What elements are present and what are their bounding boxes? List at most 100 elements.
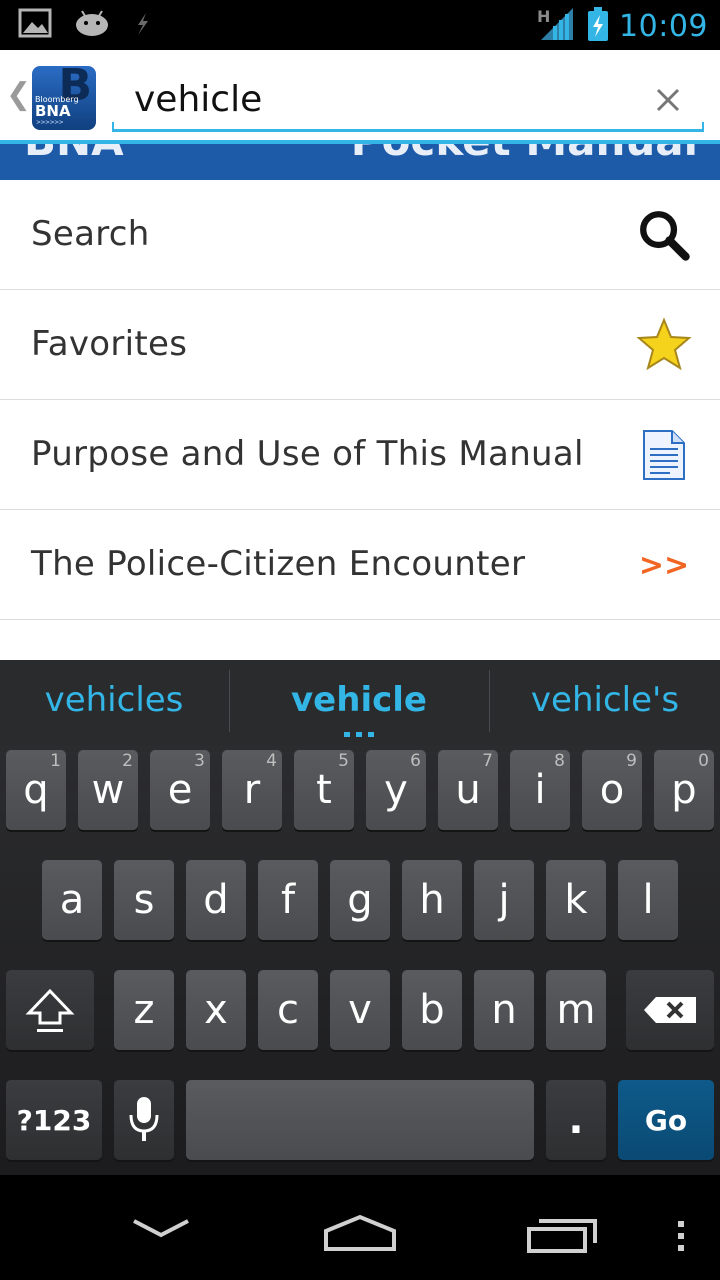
usb-debug-icon xyxy=(132,9,152,41)
key-hint: 6 xyxy=(410,751,421,771)
search-underline xyxy=(112,122,704,132)
period-key[interactable]: . xyxy=(546,1080,606,1160)
key-label: i xyxy=(534,767,546,813)
clock: 10:09 xyxy=(619,8,708,44)
home-button[interactable] xyxy=(322,1213,398,1257)
menu-item-purpose[interactable]: Purpose and Use of This Manual xyxy=(0,400,720,510)
key-r[interactable]: r4 xyxy=(222,750,282,830)
key-b[interactable]: b xyxy=(402,970,462,1050)
hide-keyboard-button[interactable] xyxy=(130,1215,192,1245)
key-label: o xyxy=(599,767,625,813)
suggestion-vehicles-possessive[interactable]: vehicle's xyxy=(490,680,720,720)
key-e[interactable]: e3 xyxy=(150,750,210,830)
key-n[interactable]: n xyxy=(474,970,534,1050)
backspace-icon xyxy=(644,997,696,1023)
backspace-key[interactable] xyxy=(626,970,714,1050)
key-label: w xyxy=(91,767,125,813)
key-s[interactable]: s xyxy=(114,860,174,940)
key-c[interactable]: c xyxy=(258,970,318,1050)
suggestion-strip: vehicles vehicle vehicle's xyxy=(0,660,720,746)
recent-apps-button[interactable] xyxy=(527,1217,597,1257)
shift-icon xyxy=(25,988,75,1032)
home-icon xyxy=(324,1214,396,1251)
shift-key[interactable] xyxy=(6,970,94,1050)
key-hint: 9 xyxy=(626,751,637,771)
suggestion-vehicles[interactable]: vehicles xyxy=(0,680,228,720)
chevron-down-icon xyxy=(133,1219,189,1238)
recent-apps-icon xyxy=(527,1219,597,1253)
key-hint: 4 xyxy=(266,751,277,771)
key-label: p xyxy=(671,767,697,813)
go-key[interactable]: Go xyxy=(618,1080,714,1160)
key-hint: 8 xyxy=(554,751,565,771)
key-o[interactable]: o9 xyxy=(582,750,642,830)
search-icon xyxy=(636,207,692,263)
key-w[interactable]: w2 xyxy=(78,750,138,830)
key-t[interactable]: t5 xyxy=(294,750,354,830)
document-icon xyxy=(636,427,692,483)
network-type-label: H xyxy=(537,7,550,26)
key-v[interactable]: v xyxy=(330,970,390,1050)
search-field[interactable] xyxy=(112,70,704,132)
clear-search-button[interactable] xyxy=(648,80,688,120)
key-f[interactable]: f xyxy=(258,860,318,940)
key-u[interactable]: u7 xyxy=(438,750,498,830)
key-hint: 5 xyxy=(338,751,349,771)
key-i[interactable]: i8 xyxy=(510,750,570,830)
key-j[interactable]: j xyxy=(474,860,534,940)
overflow-menu-button[interactable] xyxy=(676,1219,686,1257)
key-hint: 2 xyxy=(122,751,133,771)
key-hint: 1 xyxy=(50,751,61,771)
space-key[interactable] xyxy=(186,1080,534,1160)
key-m[interactable]: m xyxy=(546,970,606,1050)
menu-item-search[interactable]: Search xyxy=(0,180,720,290)
menu-item-label: The Police-Citizen Encounter xyxy=(31,544,526,584)
android-icon xyxy=(74,9,110,41)
key-p[interactable]: p0 xyxy=(654,750,714,830)
key-q[interactable]: q1 xyxy=(6,750,66,830)
key-label: e xyxy=(167,767,193,813)
key-l[interactable]: l xyxy=(618,860,678,940)
logo-bna-text: BNA xyxy=(35,102,71,120)
app-logo[interactable]: B Bloomberg BNA >>>>>> xyxy=(32,66,96,130)
suggestion-more-dots xyxy=(344,732,374,737)
key-g[interactable]: g xyxy=(330,860,390,940)
menu-item-favorites[interactable]: Favorites xyxy=(0,290,720,400)
menu-item-label: Purpose and Use of This Manual xyxy=(31,434,584,474)
navigation-bar xyxy=(0,1175,720,1280)
menu-item-label: Favorites xyxy=(31,324,188,364)
up-caret-icon[interactable]: ❮ xyxy=(6,77,31,112)
symbols-key[interactable]: ?123 xyxy=(6,1080,102,1160)
more-vert-icon xyxy=(678,1221,684,1251)
banner-left-text: BNA xyxy=(24,140,124,165)
key-k[interactable]: k xyxy=(546,860,606,940)
menu-item-label: Search xyxy=(31,214,150,254)
double-chevron-icon: >> xyxy=(638,547,690,583)
gallery-icon xyxy=(18,8,52,42)
signal-icon: H xyxy=(537,6,577,46)
microphone-icon xyxy=(129,1097,159,1141)
status-bar: H 10:09 xyxy=(0,0,720,50)
soft-keyboard: vehicles vehicle vehicle's q1 w2 e3 r4 t… xyxy=(0,660,720,1175)
key-a[interactable]: a xyxy=(42,860,102,940)
key-hint: 3 xyxy=(194,751,205,771)
key-label: u xyxy=(455,767,481,813)
key-h[interactable]: h xyxy=(402,860,462,940)
menu-list: Search Favorites Purpose and Use of This… xyxy=(0,180,720,660)
voice-input-key[interactable] xyxy=(114,1080,174,1160)
logo-arrows-text: >>>>>> xyxy=(36,119,64,126)
header-banner: BNA Pocket Manual xyxy=(0,140,720,180)
close-icon xyxy=(656,88,680,112)
suggestion-vehicle[interactable]: vehicle xyxy=(230,680,488,720)
key-label: y xyxy=(384,767,408,813)
key-hint: 7 xyxy=(482,751,493,771)
menu-item-police-citizen[interactable]: The Police-Citizen Encounter >> xyxy=(0,510,720,620)
key-x[interactable]: x xyxy=(186,970,246,1050)
action-bar: ❮ B Bloomberg BNA >>>>>> xyxy=(0,50,720,140)
key-d[interactable]: d xyxy=(186,860,246,940)
key-z[interactable]: z xyxy=(114,970,174,1050)
banner-right-text: Pocket Manual xyxy=(350,140,698,165)
key-label: t xyxy=(316,767,332,813)
key-y[interactable]: y6 xyxy=(366,750,426,830)
search-input[interactable] xyxy=(134,74,614,124)
